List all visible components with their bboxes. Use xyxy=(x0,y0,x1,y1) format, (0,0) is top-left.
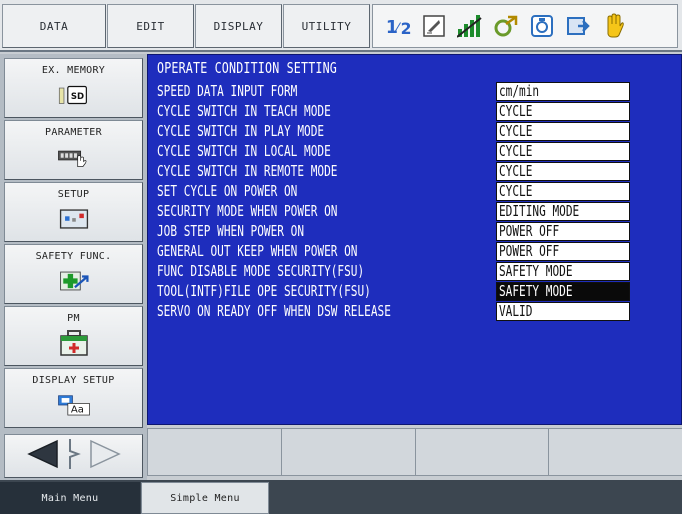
setting-row: TOOL(INTF)FILE OPE SECURITY(FSU) SAFETY … xyxy=(148,281,682,301)
setting-label: CYCLE SWITCH IN LOCAL MODE xyxy=(157,142,331,160)
split-divider-icon xyxy=(67,437,81,475)
setting-row: JOB STEP WHEN POWER ON POWER OFF xyxy=(148,221,682,241)
setting-label: JOB STEP WHEN POWER ON xyxy=(157,222,305,240)
setting-label: GENERAL OUT KEEP WHEN POWER ON xyxy=(157,242,358,260)
setting-row: CYCLE SWITCH IN LOCAL MODE CYCLE xyxy=(148,141,682,161)
setting-label: FUNC DISABLE MODE SECURITY(FSU) xyxy=(157,262,365,280)
menu-tab-display[interactable]: DISPLAY xyxy=(195,4,282,48)
page-nav-arrows xyxy=(4,434,143,478)
side-menu: EX. MEMORY SD PARAMETER SETUP SAFETY FUN… xyxy=(0,54,147,480)
top-menu-bar: DATA EDIT DISPLAY UTILITY 1 ⁄ 2 xyxy=(0,0,682,52)
function-key-2[interactable] xyxy=(280,428,417,476)
sidebar-item-safety-func[interactable]: SAFETY FUNC. xyxy=(4,244,143,304)
setting-row: SPEED DATA INPUT FORM cm/min xyxy=(148,81,682,101)
display-font-icon: Aa xyxy=(57,392,91,418)
setting-value-field[interactable]: CYCLE xyxy=(496,182,630,201)
setting-row: GENERAL OUT KEEP WHEN POWER ON POWER OFF xyxy=(148,241,682,261)
status-icon-bar: 1 ⁄ 2 xyxy=(372,4,678,48)
setting-row: SECURITY MODE WHEN POWER ON EDITING MODE xyxy=(148,201,682,221)
setting-value-field[interactable]: CYCLE xyxy=(496,122,630,141)
setting-value-field[interactable]: cm/min xyxy=(496,82,630,101)
setting-label: SERVO ON READY OFF WHEN DSW RELEASE xyxy=(157,302,391,320)
setting-value-field-selected[interactable]: SAFETY MODE xyxy=(496,282,630,301)
menu-tab-utility[interactable]: UTILITY xyxy=(283,4,370,48)
page-title: OPERATE CONDITION SETTING xyxy=(157,59,338,77)
setting-label: CYCLE SWITCH IN TEACH MODE xyxy=(157,102,331,120)
setting-value-field[interactable]: POWER OFF xyxy=(496,242,630,261)
sidebar-item-parameter[interactable]: PARAMETER xyxy=(4,120,143,180)
svg-text:SD: SD xyxy=(70,92,83,102)
setting-label: SPEED DATA INPUT FORM xyxy=(157,82,298,100)
setting-value-field[interactable]: SAFETY MODE xyxy=(496,262,630,281)
sidebar-item-label: SETUP xyxy=(57,189,90,200)
sidebar-item-pm[interactable]: PM xyxy=(4,306,143,366)
servo-cycle-icon[interactable] xyxy=(493,13,519,39)
sidebar-item-label: PM xyxy=(67,313,80,324)
svg-text:Aa: Aa xyxy=(70,405,83,416)
setting-row: CYCLE SWITCH IN REMOTE MODE CYCLE xyxy=(148,161,682,181)
setting-row: CYCLE SWITCH IN TEACH MODE CYCLE xyxy=(148,101,682,121)
menu-tab-data[interactable]: DATA xyxy=(2,4,106,48)
coordinate-1-2-icon[interactable]: 1 ⁄ 2 xyxy=(385,13,411,39)
setting-value-field[interactable]: POWER OFF xyxy=(496,222,630,241)
setting-label: CYCLE SWITCH IN PLAY MODE xyxy=(157,122,325,140)
setting-label: TOOL(INTF)FILE OPE SECURITY(FSU) xyxy=(157,282,371,300)
setting-label: SECURITY MODE WHEN POWER ON xyxy=(157,202,338,220)
main-menu-tab[interactable]: Main Menu xyxy=(0,482,140,514)
first-aid-icon xyxy=(57,330,91,356)
left-arrow-icon[interactable] xyxy=(23,437,63,475)
menu-tab-edit[interactable]: EDIT xyxy=(107,4,194,48)
setup-panel-icon xyxy=(57,206,91,232)
teach-pendant-icon[interactable] xyxy=(529,13,555,39)
setting-value-field[interactable]: CYCLE xyxy=(496,162,630,181)
simple-menu-tab[interactable]: Simple Menu xyxy=(141,482,269,514)
setting-value-field[interactable]: EDITING MODE xyxy=(496,202,630,221)
sidebar-item-label: DISPLAY SETUP xyxy=(32,375,115,386)
sidebar-item-label: SAFETY FUNC. xyxy=(35,251,112,262)
edit-mode-icon[interactable] xyxy=(421,13,447,39)
setting-row: FUNC DISABLE MODE SECURITY(FSU) SAFETY M… xyxy=(148,261,682,281)
setting-row: CYCLE SWITCH IN PLAY MODE CYCLE xyxy=(148,121,682,141)
setting-row: SET CYCLE ON POWER ON CYCLE xyxy=(148,181,682,201)
sidebar-item-label: PARAMETER xyxy=(45,127,102,138)
function-key-4[interactable] xyxy=(548,428,682,476)
function-key-strip xyxy=(147,428,682,476)
sidebar-item-display-setup[interactable]: DISPLAY SETUP Aa xyxy=(4,368,143,428)
play-arrow-icon[interactable] xyxy=(565,13,591,39)
setting-label: SET CYCLE ON POWER ON xyxy=(157,182,298,200)
setting-value-field[interactable]: CYCLE xyxy=(496,142,630,161)
bottom-menu-bar: Main Menu Simple Menu xyxy=(0,480,682,514)
sd-card-icon: SD xyxy=(57,82,91,108)
setting-label: CYCLE SWITCH IN REMOTE MODE xyxy=(157,162,338,180)
sidebar-item-setup[interactable]: SETUP xyxy=(4,182,143,242)
sidebar-item-label: EX. MEMORY xyxy=(41,65,106,76)
setting-row: SERVO ON READY OFF WHEN DSW RELEASE VALI… xyxy=(148,301,682,321)
safety-arrow-icon xyxy=(57,268,91,294)
hand-stop-icon[interactable] xyxy=(601,13,627,39)
setting-value-field[interactable]: CYCLE xyxy=(496,102,630,121)
svg-text:2: 2 xyxy=(401,20,411,38)
parameter-hand-icon xyxy=(57,144,91,170)
operate-condition-panel: OPERATE CONDITION SETTING SPEED DATA INP… xyxy=(147,54,682,425)
function-key-3[interactable] xyxy=(414,428,551,476)
right-arrow-icon[interactable] xyxy=(85,437,125,475)
signal-strength-icon[interactable] xyxy=(457,13,483,39)
sidebar-item-ex-memory[interactable]: EX. MEMORY SD xyxy=(4,58,143,118)
function-key-1[interactable] xyxy=(147,428,283,476)
setting-value-field[interactable]: VALID xyxy=(496,302,630,321)
